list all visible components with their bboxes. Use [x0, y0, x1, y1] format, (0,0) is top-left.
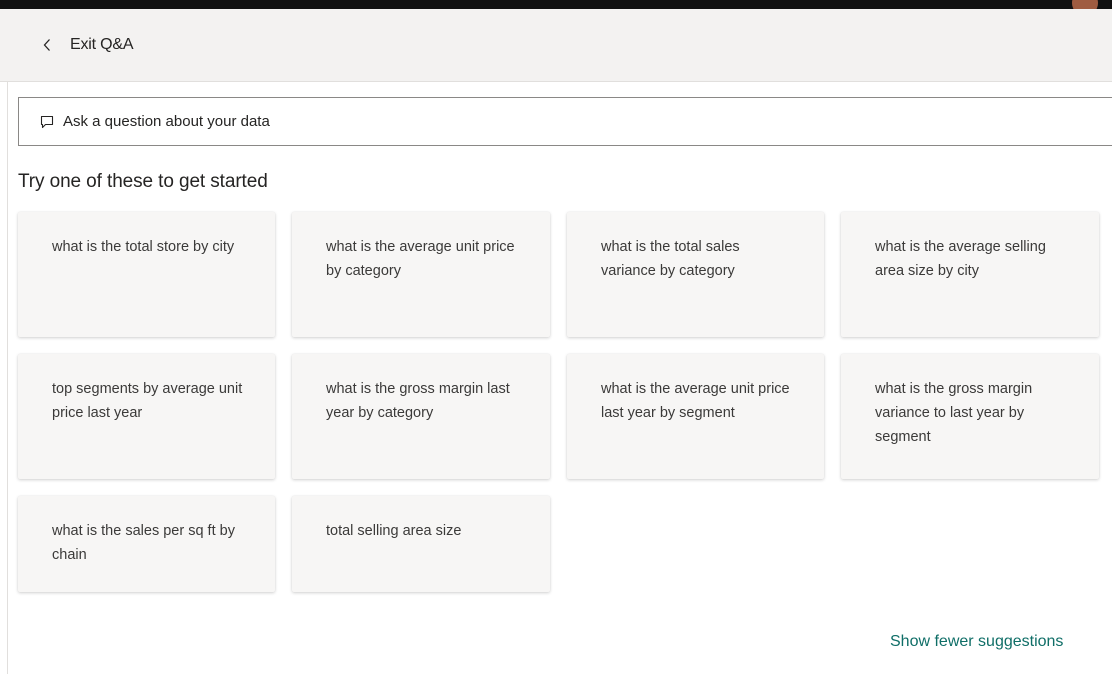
suggestion-card[interactable]: what is the average selling area size by… — [841, 212, 1099, 337]
suggestion-card[interactable]: what is the gross margin last year by ca… — [292, 354, 550, 479]
suggestion-card[interactable]: what is the sales per sq ft by chain — [18, 496, 275, 592]
chevron-left-icon — [38, 36, 56, 54]
suggestions-grid: what is the total store by city what is … — [18, 212, 1099, 621]
suggestion-card[interactable]: what is the total sales variance by cate… — [567, 212, 824, 337]
left-divider — [7, 82, 8, 674]
suggestion-card[interactable]: top segments by average unit price last … — [18, 354, 275, 479]
qa-header: Exit Q&A — [0, 9, 1112, 82]
exit-qa-label: Exit Q&A — [70, 36, 134, 53]
question-box[interactable] — [18, 97, 1112, 146]
question-input[interactable] — [63, 113, 963, 130]
suggestion-card[interactable]: total selling area size — [292, 496, 550, 592]
exit-qa-button[interactable]: Exit Q&A — [38, 36, 134, 54]
show-fewer-suggestions-link[interactable]: Show fewer suggestions — [890, 633, 1063, 651]
chat-bubble-icon — [39, 114, 55, 130]
suggestion-card[interactable]: what is the average unit price by catego… — [292, 212, 550, 337]
suggestion-card[interactable]: what is the average unit price last year… — [567, 354, 824, 479]
window-top-bar — [0, 0, 1112, 16]
suggestion-card[interactable]: what is the total store by city — [18, 212, 275, 337]
suggestions-title: Try one of these to get started — [18, 171, 268, 192]
suggestion-card[interactable]: what is the gross margin variance to las… — [841, 354, 1099, 479]
